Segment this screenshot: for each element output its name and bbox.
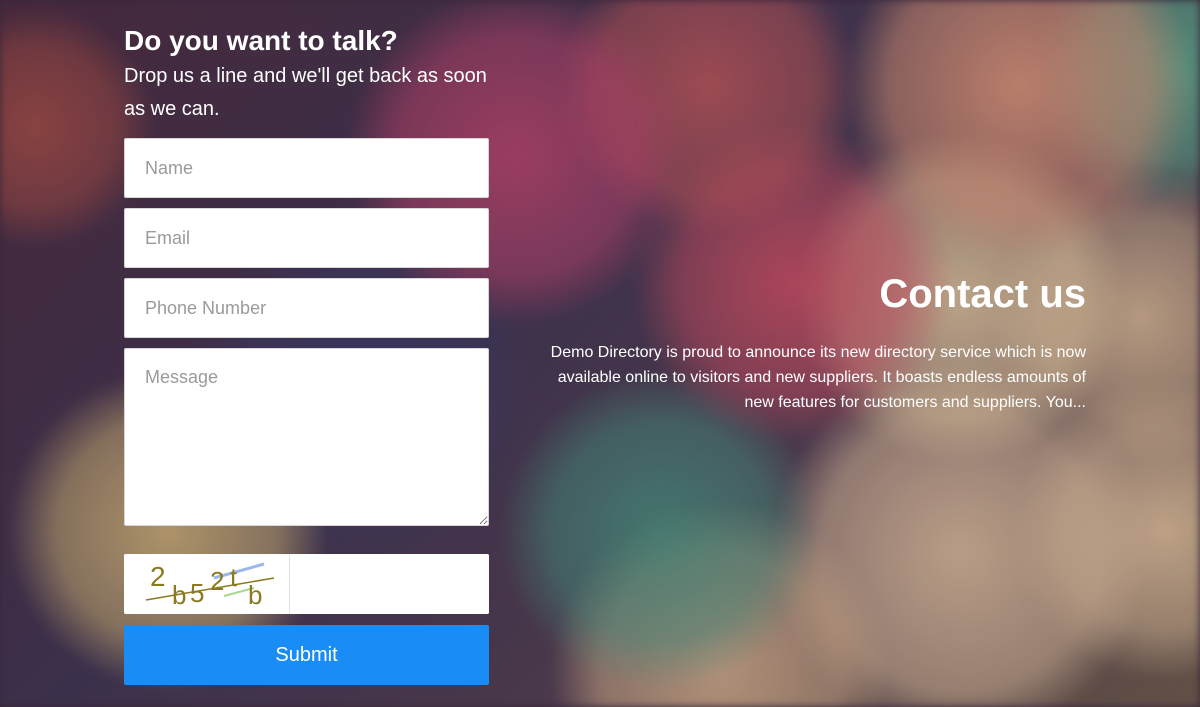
svg-text:b: b [248,580,262,610]
email-field[interactable] [124,208,489,268]
svg-text:2: 2 [150,561,166,592]
submit-button[interactable]: Submit [124,625,489,685]
svg-text:t: t [230,562,238,592]
contact-section: Contact us Demo Directory is proud to an… [526,270,1086,415]
captcha-row: 2 b 5 2 t b [124,554,489,614]
svg-text:2: 2 [210,566,224,596]
svg-text:b: b [172,580,186,610]
name-field[interactable] [124,138,489,198]
captcha-graphic: 2 b 5 2 t b [145,561,275,610]
phone-field[interactable] [124,278,489,338]
message-field[interactable] [124,348,489,526]
contact-title: Contact us [879,272,1086,316]
captcha-image: 2 b 5 2 t b [124,554,290,614]
form-subtitle: Drop us a line and we'll get back as soo… [124,65,487,120]
contact-form: Do you want to talk? Drop us a line and … [124,24,490,685]
contact-description: Demo Directory is proud to announce its … [550,344,1086,411]
form-title: Do you want to talk? [124,25,398,56]
svg-text:5: 5 [190,578,204,608]
captcha-input[interactable] [290,554,489,614]
